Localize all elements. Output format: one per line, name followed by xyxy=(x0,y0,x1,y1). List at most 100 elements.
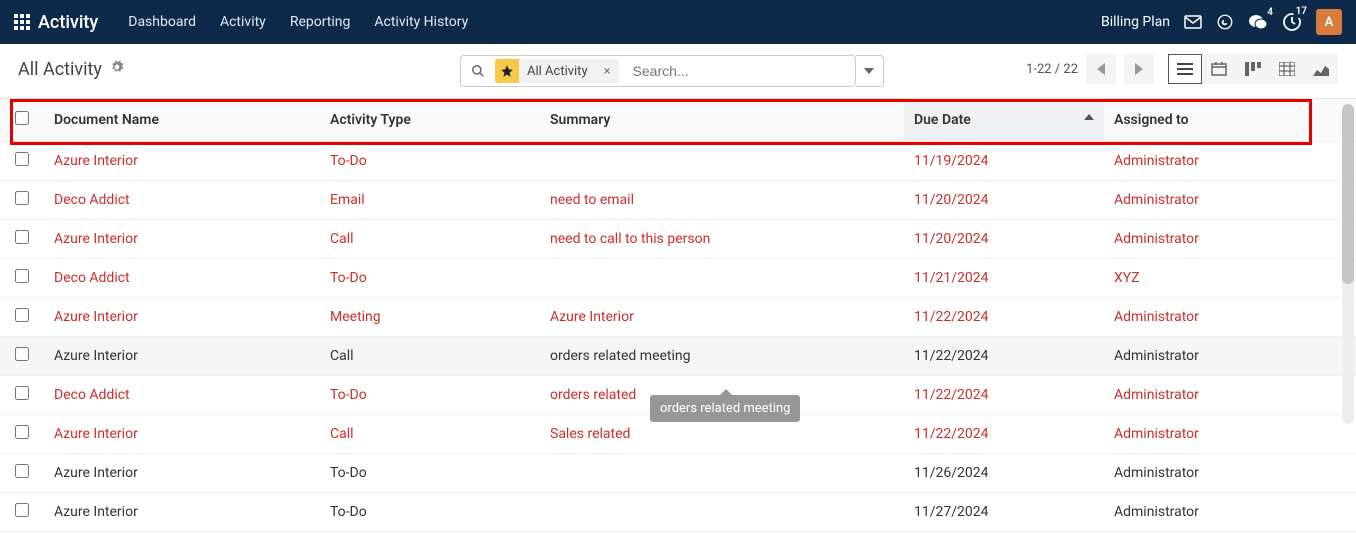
col-header-activity-type[interactable]: Activity Type xyxy=(320,99,540,142)
cell-activity-type: Call xyxy=(320,220,540,259)
table-row[interactable]: Azure InteriorTo-Do 11/27/2024Administrat… xyxy=(0,493,1356,532)
cell-activity-type: To-Do xyxy=(320,493,540,532)
chat-count-badge: 4 xyxy=(1264,7,1276,19)
cell-activity-type: Meeting xyxy=(320,298,540,337)
row-checkbox[interactable] xyxy=(15,503,29,517)
row-checkbox[interactable] xyxy=(15,464,29,478)
search-icon[interactable] xyxy=(461,64,495,78)
row-checkbox[interactable] xyxy=(15,269,29,283)
cell-summary: orders related meeting xyxy=(540,337,904,376)
summary-tooltip: orders related meeting xyxy=(650,395,800,422)
row-checkbox[interactable] xyxy=(15,152,29,166)
col-header-due-date[interactable]: Due Date xyxy=(904,99,1104,142)
cell-due-date: 11/22/2024 xyxy=(904,376,1104,415)
cell-document-name: Deco Addict xyxy=(44,376,320,415)
cell-activity-type: Call xyxy=(320,415,540,454)
table-row[interactable]: Deco AddictTo-Do11/21/2024XYZ xyxy=(0,259,1356,298)
mail-icon[interactable] xyxy=(1184,15,1202,29)
clock-count-badge: 17 xyxy=(1293,6,1310,18)
select-all-checkbox[interactable] xyxy=(15,111,29,125)
row-checkbox[interactable] xyxy=(15,347,29,361)
billing-plan-link[interactable]: Billing Plan xyxy=(1101,14,1170,30)
view-pivot-button[interactable] xyxy=(1270,54,1304,84)
sort-asc-icon xyxy=(1084,112,1094,128)
cell-assigned-to: Administrator xyxy=(1104,220,1356,259)
search-input[interactable] xyxy=(625,56,855,86)
chat-icon[interactable]: 4 xyxy=(1248,13,1268,31)
view-list-button[interactable] xyxy=(1168,54,1202,84)
star-icon xyxy=(495,59,519,83)
pager: 1-22 / 22 xyxy=(1026,54,1154,84)
pager-next-button[interactable] xyxy=(1124,54,1154,84)
cell-assigned-to: Administrator xyxy=(1104,337,1356,376)
col-header-assigned-to[interactable]: Assigned to xyxy=(1104,99,1356,142)
cell-document-name: Azure Interior xyxy=(44,142,320,181)
nav-links: Dashboard Activity Reporting Activity Hi… xyxy=(116,0,480,44)
apps-icon[interactable] xyxy=(14,14,30,30)
cell-assigned-to: Administrator xyxy=(1104,142,1356,181)
cell-assigned-to: Administrator xyxy=(1104,181,1356,220)
nav-link-activity-history[interactable]: Activity History xyxy=(362,0,480,44)
brand-title[interactable]: Activity xyxy=(38,12,98,33)
pager-prev-button[interactable] xyxy=(1086,54,1116,84)
gear-icon[interactable] xyxy=(110,60,124,78)
search-wrap: All Activity × xyxy=(460,55,884,87)
col-header-document-name[interactable]: Document Name xyxy=(44,99,320,142)
row-checkbox[interactable] xyxy=(15,191,29,205)
nav-link-dashboard[interactable]: Dashboard xyxy=(116,0,208,44)
top-nav: Activity Dashboard Activity Reporting Ac… xyxy=(0,0,1356,44)
cell-document-name: Azure Interior xyxy=(44,454,320,493)
view-calendar-button[interactable] xyxy=(1202,54,1236,84)
cell-assigned-to: Administrator xyxy=(1104,376,1356,415)
facet-remove-button[interactable]: × xyxy=(596,64,619,79)
row-checkbox[interactable] xyxy=(15,425,29,439)
nav-right: Billing Plan 4 17 A xyxy=(1101,9,1342,35)
table-row[interactable]: Azure InteriorTo-Do 11/19/2024Administrat… xyxy=(0,142,1356,181)
view-graph-button[interactable] xyxy=(1304,54,1338,84)
cell-assigned-to: XYZ xyxy=(1104,259,1356,298)
cell-due-date: 11/27/2024 xyxy=(904,493,1104,532)
cell-activity-type: To-Do xyxy=(320,259,540,298)
scrollbar-thumb[interactable] xyxy=(1342,104,1354,284)
row-checkbox[interactable] xyxy=(15,386,29,400)
cell-document-name: Azure Interior xyxy=(44,298,320,337)
table-row[interactable]: Azure InteriorTo-Do11/26/2024Administrat… xyxy=(0,454,1356,493)
cell-due-date: 11/20/2024 xyxy=(904,220,1104,259)
whatsapp-icon[interactable] xyxy=(1216,13,1234,31)
cell-activity-type: To-Do xyxy=(320,376,540,415)
table-row[interactable]: Azure InteriorMeetingAzure Interior11/22… xyxy=(0,298,1356,337)
cell-summary xyxy=(540,142,904,181)
clock-icon[interactable]: 17 xyxy=(1282,12,1302,32)
search-dropdown-toggle[interactable] xyxy=(856,55,884,87)
cell-summary: Azure Interior xyxy=(540,298,904,337)
cell-document-name: Azure Interior xyxy=(44,337,320,376)
table-row[interactable]: Azure InteriorCallorders related meeting… xyxy=(0,337,1356,376)
col-header-summary[interactable]: Summary xyxy=(540,99,904,142)
row-checkbox[interactable] xyxy=(15,230,29,244)
cell-assigned-to: Administrator xyxy=(1104,493,1356,532)
nav-link-reporting[interactable]: Reporting xyxy=(278,0,363,44)
activity-table: Document Name Activity Type Summary Due … xyxy=(0,99,1356,532)
cell-assigned-to: Administrator xyxy=(1104,454,1356,493)
nav-link-activity[interactable]: Activity xyxy=(208,0,278,44)
cell-document-name: Deco Addict xyxy=(44,259,320,298)
pager-text: 1-22 / 22 xyxy=(1026,62,1078,77)
table-row[interactable]: Deco AddictEmailneed to email11/20/2024A… xyxy=(0,181,1356,220)
search-box: All Activity × xyxy=(460,55,856,87)
cell-due-date: 11/26/2024 xyxy=(904,454,1104,493)
col-header-due-date-label: Due Date xyxy=(914,112,971,128)
cell-due-date: 11/19/2024 xyxy=(904,142,1104,181)
view-kanban-button[interactable] xyxy=(1236,54,1270,84)
cell-activity-type: Call xyxy=(320,337,540,376)
cell-activity-type: To-Do xyxy=(320,142,540,181)
cell-document-name: Deco Addict xyxy=(44,181,320,220)
page-title: All Activity xyxy=(18,59,102,80)
cell-document-name: Azure Interior xyxy=(44,493,320,532)
table-row[interactable]: Azure InteriorCallneed to call to this p… xyxy=(0,220,1356,259)
row-checkbox[interactable] xyxy=(15,308,29,322)
avatar[interactable]: A xyxy=(1316,9,1342,35)
vertical-scrollbar[interactable] xyxy=(1342,104,1354,424)
right-controls: 1-22 / 22 xyxy=(1026,54,1338,84)
cell-activity-type: Email xyxy=(320,181,540,220)
cell-summary xyxy=(540,454,904,493)
